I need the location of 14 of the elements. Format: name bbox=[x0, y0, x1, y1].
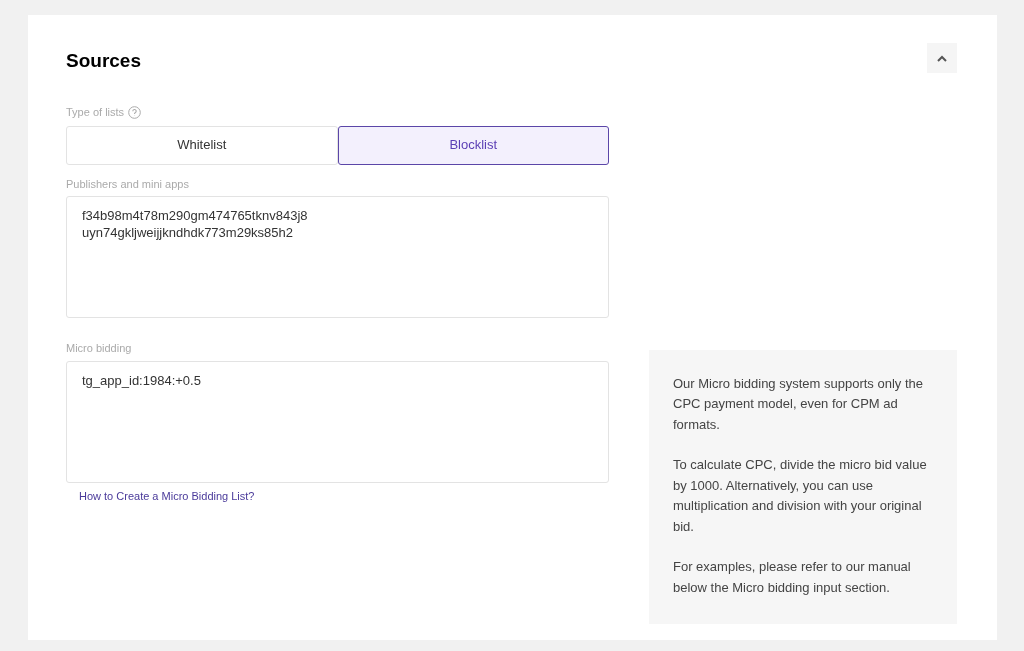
micro-bidding-help-link[interactable]: How to Create a Micro Bidding List? bbox=[79, 487, 255, 504]
field-label: Type of lists bbox=[66, 105, 125, 121]
field-label: Micro bidding bbox=[66, 341, 133, 356]
info-paragraph: For examples, please refer to our manual below the Micro bidding input section. bbox=[673, 558, 912, 597]
micro-bidding-field[interactable]: tg_app_id:1984:+0.5 bbox=[66, 360, 609, 483]
list-type-tab[interactable]: Blocklist bbox=[337, 125, 609, 165]
info-paragraph: To calculate CPC, divide the micro bid value by 1000. Alternatively, you can use multiplication and division with your original bid. bbox=[673, 456, 928, 536]
section-title: Sources bbox=[66, 49, 141, 73]
collapse-button[interactable] bbox=[927, 43, 957, 73]
chevron-up-icon bbox=[937, 54, 947, 62]
list-type-tab[interactable]: Whitelist bbox=[66, 125, 338, 165]
info-paragraph: Our Micro bidding system supports only the CPC payment model, even for CPM ad formats. bbox=[673, 374, 924, 434]
publishers-field[interactable]: f34b98m4t78m290gm474765tknv843j8 uyn74gkljweijjkndhdk773m29ks85h2 bbox=[66, 196, 609, 318]
field-label: Publishers and mini apps bbox=[66, 176, 190, 192]
